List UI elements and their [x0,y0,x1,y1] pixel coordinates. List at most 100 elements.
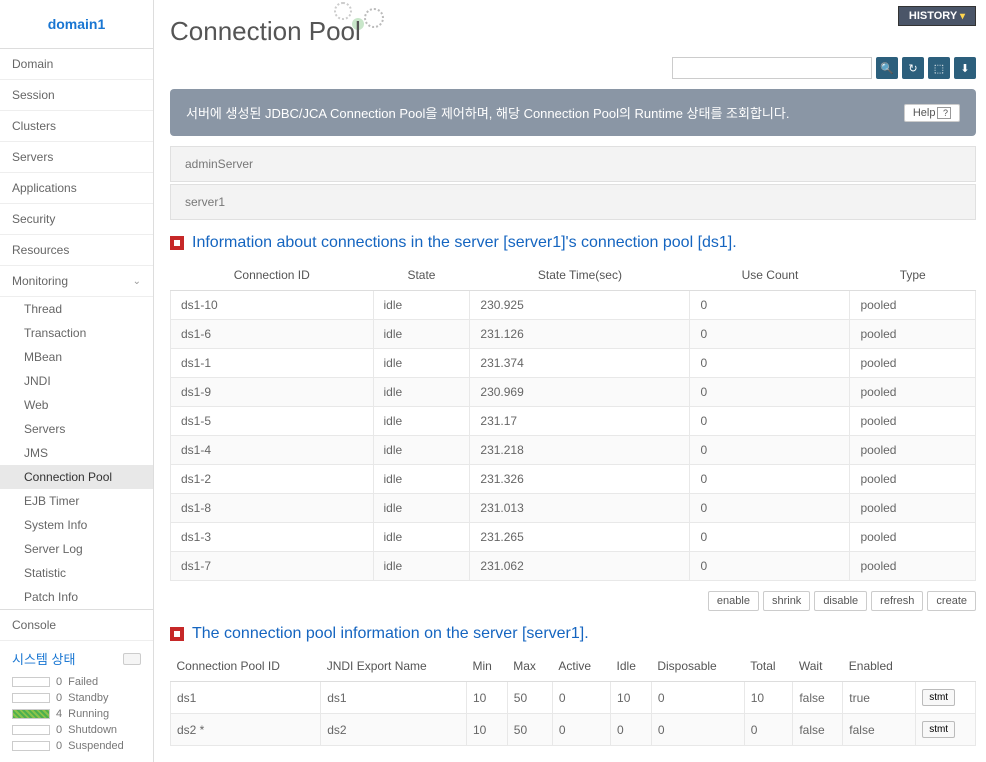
table-row[interactable]: ds1-3idle231.2650pooled [171,523,976,552]
col-jndi: JNDI Export Name [321,651,467,682]
sidebar-nav: Domain Session Clusters Servers Applicat… [0,49,153,609]
status-panel-icon[interactable] [123,653,141,665]
col-stmt [916,651,976,682]
status-bar-icon [12,677,50,687]
status-count: 0 [56,724,62,736]
search-icon[interactable]: 🔍 [876,57,898,79]
cell-disposable: 0 [651,714,744,746]
system-status-panel: 시스템 상태 0 Failed 0 Standby 4 Running 0 [0,641,153,762]
cell-state: idle [373,465,470,494]
cell-state: idle [373,436,470,465]
sidebar-sub-thread[interactable]: Thread [0,297,153,321]
cell-count: 0 [690,552,850,581]
cell-enabled: false [843,714,916,746]
table-row[interactable]: ds1-9idle230.9690pooled [171,378,976,407]
cell-active: 0 [552,714,610,746]
sidebar-item-security[interactable]: Security [0,204,153,235]
cell-id: ds1-5 [171,407,374,436]
sidebar-sub-transaction[interactable]: Transaction [0,321,153,345]
section1-title: Information about connections in the ser… [170,234,976,252]
page-title: Connection Pool [170,0,976,57]
cell-id: ds1-1 [171,349,374,378]
table-row[interactable]: ds2 *ds210500000falsefalsestmt [171,714,976,746]
sidebar-item-applications[interactable]: Applications [0,173,153,204]
section1-text: Information about connections in the ser… [192,234,737,252]
sidebar-sub-servers[interactable]: Servers [0,417,153,441]
status-count: 0 [56,692,62,704]
stmt-button[interactable]: stmt [922,689,955,706]
cell-min: 10 [466,714,507,746]
sidebar-sub-mbean[interactable]: MBean [0,345,153,369]
server-row-server1[interactable]: server1 [170,184,976,220]
cell-state: idle [373,407,470,436]
search-input[interactable] [672,57,872,79]
table-row[interactable]: ds1ds11050010010falsetruestmt [171,682,976,714]
cell-time: 231.374 [470,349,690,378]
cell-type: pooled [850,378,976,407]
sidebar-item-servers[interactable]: Servers [0,142,153,173]
table-row[interactable]: ds1-1idle231.3740pooled [171,349,976,378]
domain-header[interactable]: domain1 [0,0,153,49]
col-connection-id: Connection ID [171,260,374,291]
col-state-time: State Time(sec) [470,260,690,291]
table-row[interactable]: ds1-2idle231.3260pooled [171,465,976,494]
sidebar-item-session[interactable]: Session [0,80,153,111]
status-count: 0 [56,740,62,752]
sidebar-sub-jms[interactable]: JMS [0,441,153,465]
sidebar-sub-ejb-timer[interactable]: EJB Timer [0,489,153,513]
cell-count: 0 [690,349,850,378]
sidebar-item-domain[interactable]: Domain [0,49,153,80]
sidebar-sub-jndi[interactable]: JNDI [0,369,153,393]
stmt-button[interactable]: stmt [922,721,955,738]
enable-button[interactable]: enable [708,591,759,611]
cell-stmt: stmt [916,682,976,714]
col-wait: Wait [793,651,843,682]
cell-time: 231.013 [470,494,690,523]
col-idle: Idle [611,651,652,682]
cell-id: ds1-7 [171,552,374,581]
sidebar-sub-statistic[interactable]: Statistic [0,561,153,585]
create-button[interactable]: create [927,591,976,611]
status-bar-icon [12,709,50,719]
sidebar-sub-patch-info[interactable]: Patch Info [0,585,153,609]
status-row-standby: 0 Standby [12,690,141,706]
status-bar-icon [12,693,50,703]
cell-stmt: stmt [916,714,976,746]
help-button[interactable]: Help [904,104,960,122]
table-row[interactable]: ds1-5idle231.170pooled [171,407,976,436]
table-row[interactable]: ds1-4idle231.2180pooled [171,436,976,465]
sidebar-sub-connection-pool[interactable]: Connection Pool [0,465,153,489]
cell-jndi: ds1 [321,682,467,714]
cell-min: 10 [466,682,507,714]
sidebar-sub-system-info[interactable]: System Info [0,513,153,537]
info-banner: 서버에 생성된 JDBC/JCA Connection Pool을 제어하며, … [170,89,976,136]
sidebar-sub-server-log[interactable]: Server Log [0,537,153,561]
table-row[interactable]: ds1-8idle231.0130pooled [171,494,976,523]
sidebar-item-monitoring[interactable]: Monitoring ⌄ [0,266,153,297]
refresh-button[interactable]: refresh [871,591,923,611]
sidebar-console[interactable]: Console [0,609,153,641]
section2-title: The connection pool information on the s… [170,625,976,643]
export-icon[interactable]: ⬇ [954,57,976,79]
sidebar-sub-web[interactable]: Web [0,393,153,417]
table-row[interactable]: ds1-6idle231.1260pooled [171,320,976,349]
cell-time: 230.925 [470,291,690,320]
col-min: Min [466,651,507,682]
pools-table: Connection Pool ID JNDI Export Name Min … [170,651,976,746]
sidebar-item-clusters[interactable]: Clusters [0,111,153,142]
cell-id: ds1-4 [171,436,374,465]
cell-type: pooled [850,320,976,349]
table-row[interactable]: ds1-7idle231.0620pooled [171,552,976,581]
cell-enabled: true [843,682,916,714]
refresh-icon[interactable]: ↻ [902,57,924,79]
table-row[interactable]: ds1-10idle230.9250pooled [171,291,976,320]
col-enabled: Enabled [843,651,916,682]
connections-table: Connection ID State State Time(sec) Use … [170,260,976,581]
disable-button[interactable]: disable [814,591,867,611]
cell-type: pooled [850,349,976,378]
xml-icon[interactable]: ⬚ [928,57,950,79]
sidebar-item-resources[interactable]: Resources [0,235,153,266]
cell-id: ds1-8 [171,494,374,523]
shrink-button[interactable]: shrink [763,591,810,611]
server-row-admin[interactable]: adminServer [170,146,976,182]
